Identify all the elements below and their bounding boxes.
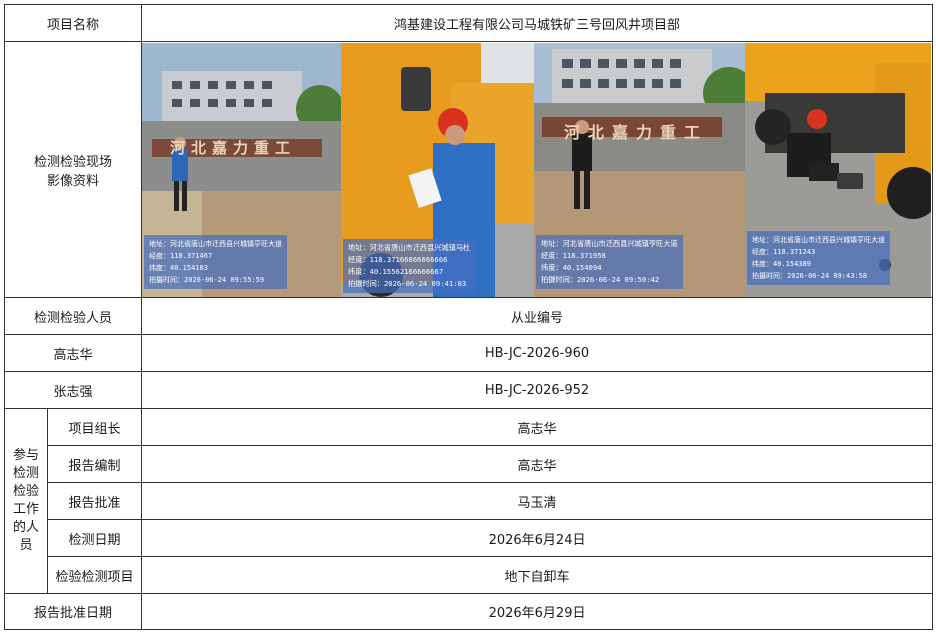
participant-row: 报告编制 高志华 <box>5 445 934 483</box>
site-photo-3-stamp: 地址：河北省唐山市迁西县兴城镇亨旺大道 经度：118.371958 纬度：40.… <box>536 234 683 289</box>
report-sheet: 项目名称 鸿基建设工程有限公司马城铁矿三号回风井项目部 检测检验现场 影像资料 <box>0 0 936 632</box>
participant-value: 马玉清 <box>141 482 934 520</box>
participant-row: 检验检测项目 地下自卸车 <box>5 556 934 594</box>
personnel-header-row: 检测检验人员 从业编号 <box>3 297 934 335</box>
stamp-longitude: 经度：118.371243 <box>752 247 816 256</box>
inspector-name: 张志强 <box>3 371 143 409</box>
participants-label-line: 检验 <box>12 484 39 499</box>
site-photo-4-stamp: 地址：河北省唐山市迁西县兴城镇亨旺大道 经度：118.371243 纬度：40.… <box>747 230 891 285</box>
stamp-time: 拍摄时间：2026-06-24 09:50:42 <box>541 274 660 284</box>
stamp-time: 拍摄时间：2026-06-24 09:55:59 <box>149 275 265 284</box>
stamp-address: 地址：河北省唐山市迁西县兴城镇亨旺大道 <box>541 238 678 248</box>
inspector-row: 高志华 HB-JC-2026-960 <box>3 334 934 372</box>
participants-label-line: 检测 <box>12 466 39 481</box>
approval-label: 报告批准日期 <box>3 593 143 630</box>
photos-label-line2: 影像资料 <box>47 173 100 189</box>
personnel-label: 检测检验人员 <box>3 297 143 335</box>
participant-row: 参与 检测 检验 工作 的人 员 项目组长 高志华 <box>4 408 934 594</box>
participants-label-line: 员 <box>19 538 33 553</box>
stamp-address: 地址：河北省唐山市迁西县兴城镇亨旺大道 <box>149 239 283 248</box>
stamp-address: 地址：河北省唐山市迁西县兴城镇马杜 <box>348 242 471 252</box>
photos-label-line1: 检测检验现场 <box>34 154 113 170</box>
participants-label-line: 的人 <box>12 520 39 535</box>
participants-label: 参与 检测 检验 工作 的人 员 <box>4 408 48 594</box>
site-photo-3-sign: 河北嘉力重工 <box>564 122 709 142</box>
photos-cell: 河北嘉力重工 地址：河北省唐山市迁西县兴城镇亨旺大道 经度：118.371467… <box>141 41 934 298</box>
stamp-latitude: 纬度：40.154389 <box>752 259 811 268</box>
photos-row: 检测检验现场 影像资料 河北嘉力重工 地址：河北省唐山市迁西县兴城镇亨旺大道 经… <box>3 41 934 298</box>
photos-label: 检测检验现场 影像资料 <box>3 41 143 298</box>
project-name: 鸿基建设工程有限公司马城铁矿三号回风井项目部 <box>141 4 934 42</box>
site-photo-4[interactable]: 地址：河北省唐山市迁西县兴城镇亨旺大道 经度：118.371243 纬度：40.… <box>745 42 932 297</box>
site-photo-1-sign: 河北嘉力重工 <box>170 138 297 157</box>
inspector-id: HB-JC-2026-960 <box>141 334 934 372</box>
participant-value: 高志华 <box>141 445 934 483</box>
report-table: 项目名称 鸿基建设工程有限公司马城铁矿三号回风井项目部 检测检验现场 影像资料 <box>3 4 934 630</box>
inspector-row: 张志强 HB-JC-2026-952 <box>3 371 934 409</box>
stamp-latitude: 纬度：40.154103 <box>149 263 208 272</box>
approval-row: 报告批准日期 2026年6月29日 <box>3 593 934 630</box>
personnel-id-header: 从业编号 <box>141 297 934 335</box>
stamp-latitude: 纬度：40.154094 <box>541 262 602 272</box>
inspector-id: HB-JC-2026-952 <box>141 371 934 409</box>
photo-strip: 河北嘉力重工 地址：河北省唐山市迁西县兴城镇亨旺大道 经度：118.371467… <box>142 42 932 297</box>
stamp-time: 拍摄时间：2026-06-24 09:43:58 <box>752 271 868 280</box>
site-photo-1-stamp: 地址：河北省唐山市迁西县兴城镇亨旺大道 经度：118.371467 纬度：40.… <box>144 234 288 289</box>
stamp-longitude: 经度：118.371467 <box>149 251 213 260</box>
project-row: 项目名称 鸿基建设工程有限公司马城铁矿三号回风井项目部 <box>3 4 934 42</box>
site-photo-2-stamp: 地址：河北省唐山市迁西县兴城镇马杜 经度：118.37166666666666 … <box>343 238 476 293</box>
site-photo-3[interactable]: 河北嘉力重工 地址：河北省唐山市迁西县兴城镇亨旺大道 经度：118.371958… <box>534 42 746 297</box>
participant-value: 2026年6月24日 <box>141 519 934 557</box>
stamp-time: 拍摄时间：2026-06-24 09:41:03 <box>348 278 467 288</box>
participant-role: 检验检测项目 <box>46 556 143 594</box>
participant-row: 报告批准 马玉清 <box>5 482 934 520</box>
participant-row: 检测日期 2026年6月24日 <box>5 519 934 557</box>
participant-role: 报告编制 <box>46 445 143 483</box>
participant-value: 地下自卸车 <box>141 556 934 594</box>
participants-label-line: 工作 <box>12 502 39 517</box>
stamp-longitude: 经度：118.37166666666666 <box>348 254 448 264</box>
participant-role: 报告批准 <box>46 482 143 520</box>
participant-value: 高志华 <box>141 408 934 446</box>
site-photo-2[interactable]: 地址：河北省唐山市迁西县兴城镇马杜 经度：118.37166666666666 … <box>341 42 535 297</box>
participant-role: 检测日期 <box>46 519 143 557</box>
stamp-longitude: 经度：118.371958 <box>541 250 606 260</box>
stamp-latitude: 纬度：40.15562166666667 <box>348 266 444 276</box>
approval-date: 2026年6月29日 <box>141 593 934 630</box>
participants-label-line: 参与 <box>12 448 39 463</box>
stamp-address: 地址：河北省唐山市迁西县兴城镇亨旺大道 <box>752 235 886 244</box>
participant-role: 项目组长 <box>46 408 143 446</box>
site-photo-1[interactable]: 河北嘉力重工 地址：河北省唐山市迁西县兴城镇亨旺大道 经度：118.371467… <box>142 42 342 297</box>
inspector-name: 高志华 <box>3 334 143 372</box>
project-label: 项目名称 <box>3 4 143 42</box>
